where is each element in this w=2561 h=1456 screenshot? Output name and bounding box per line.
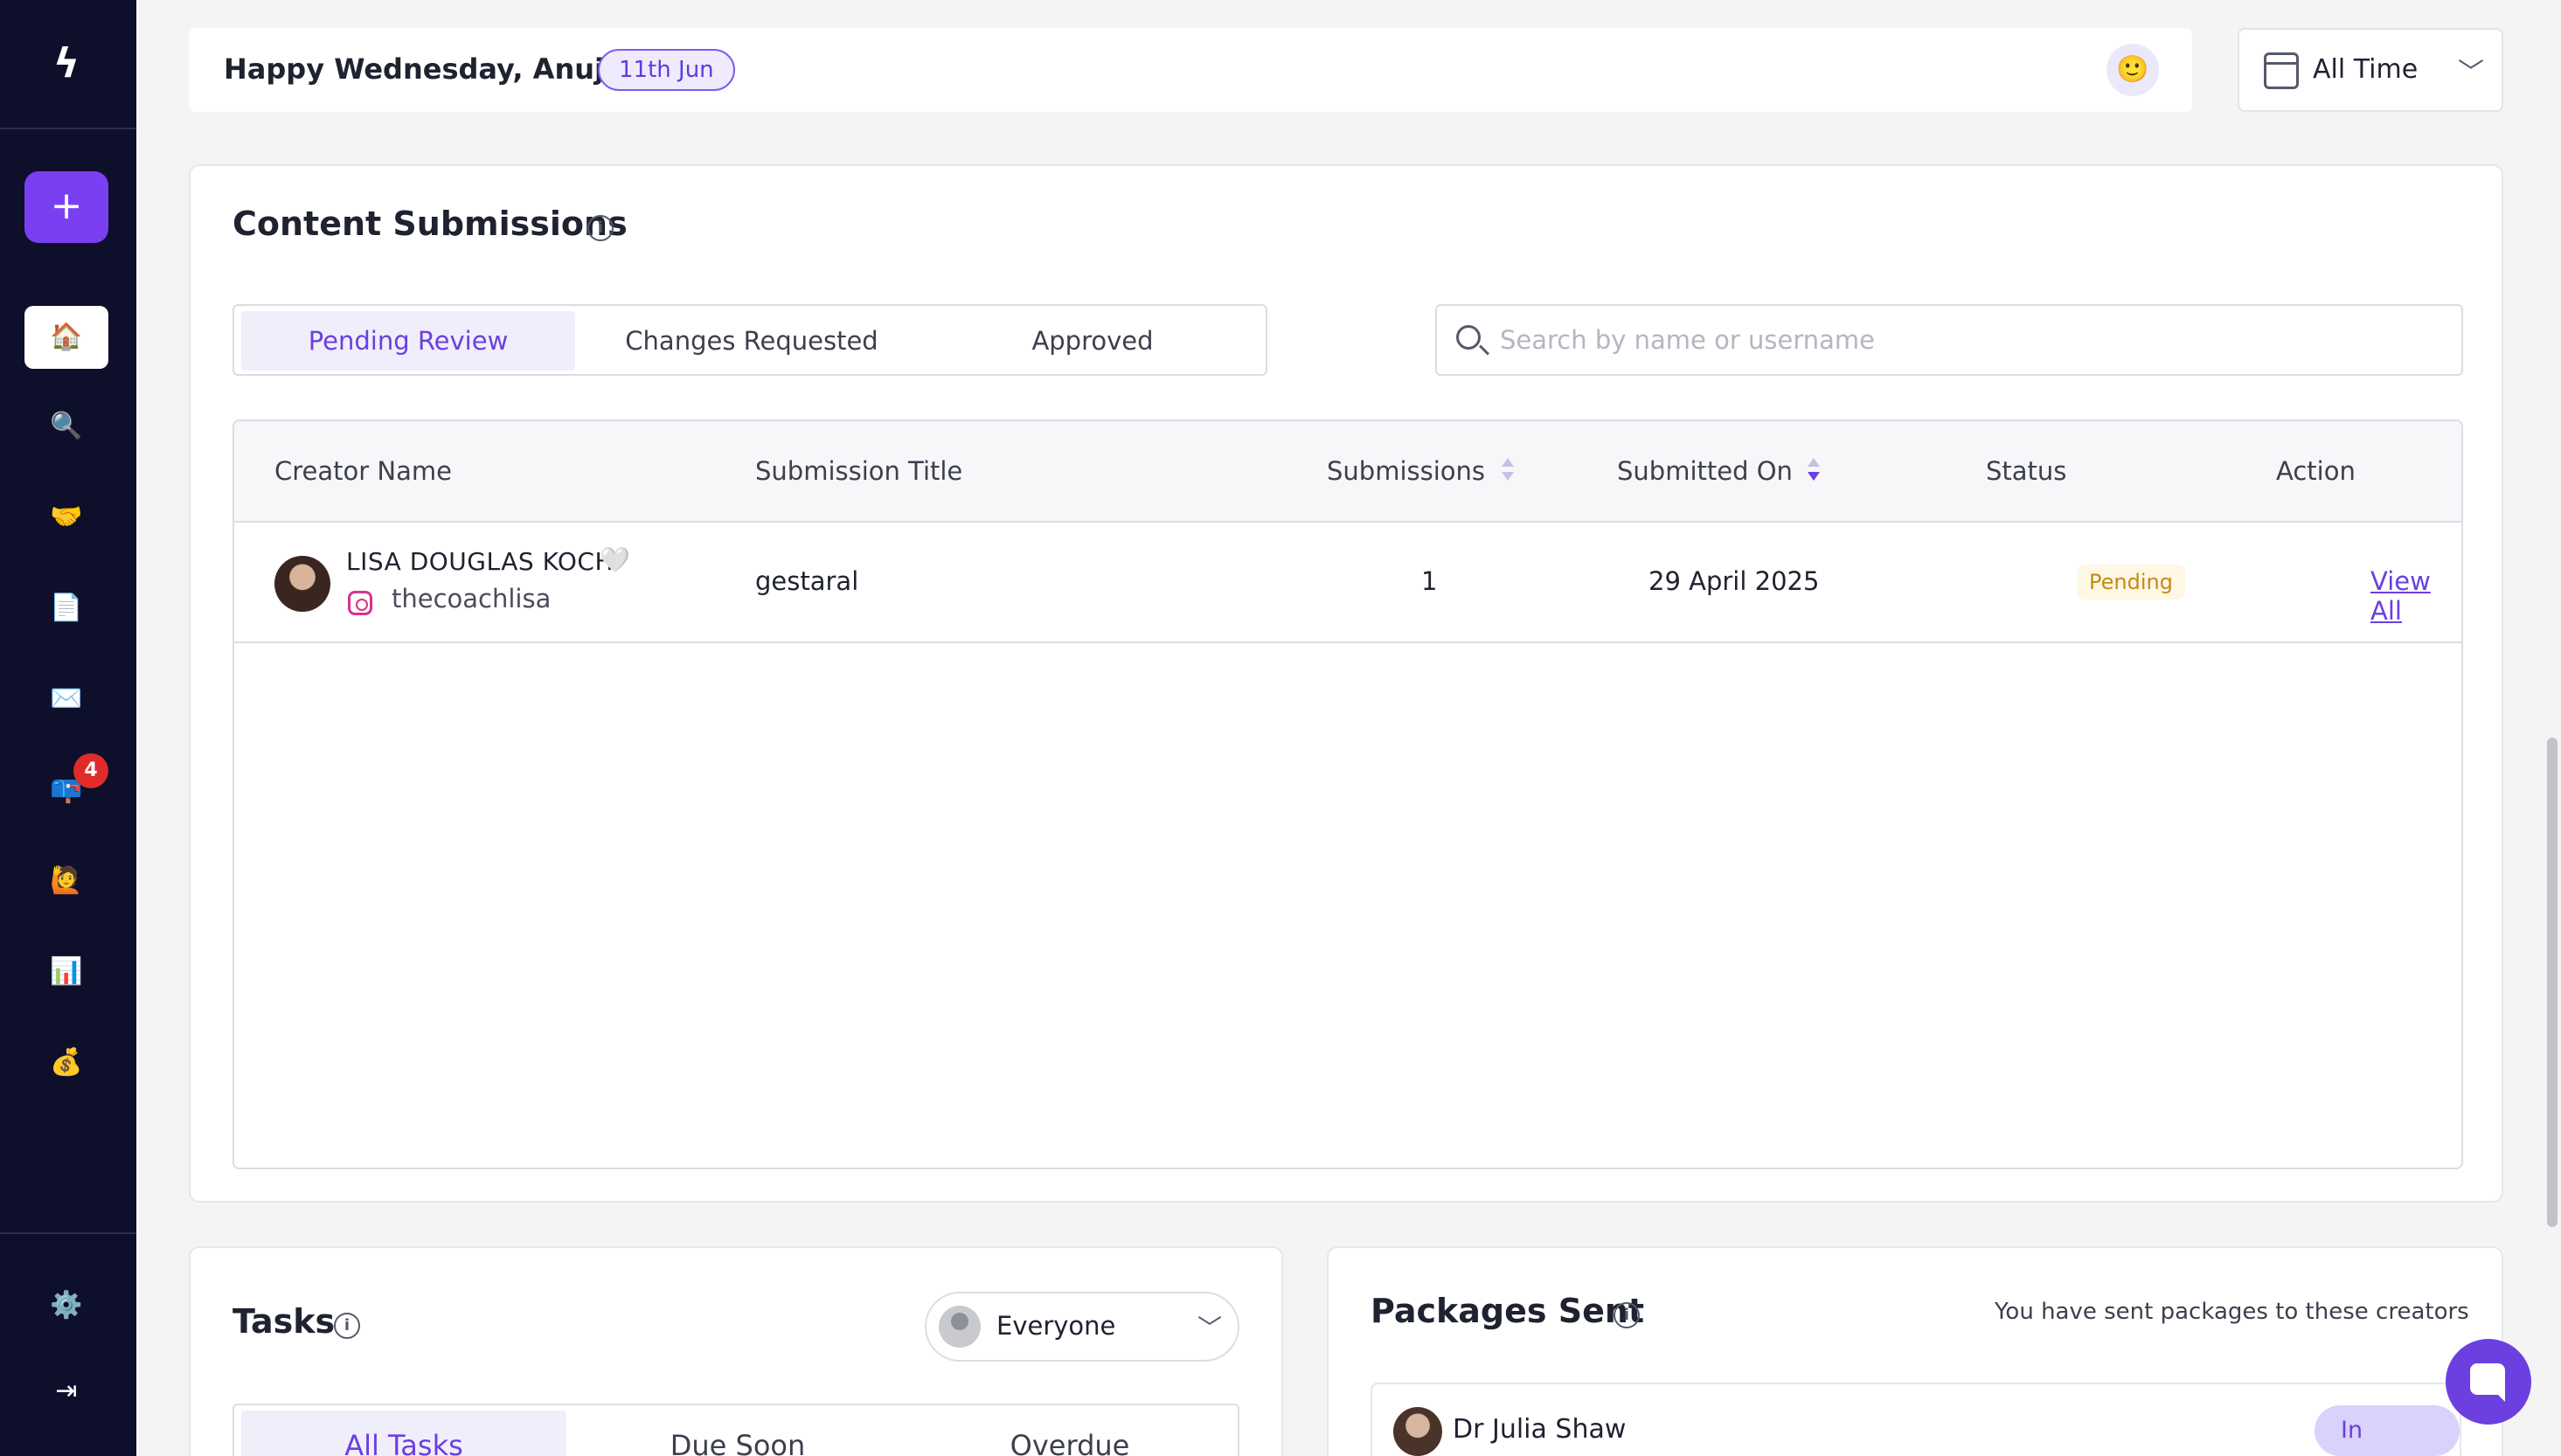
- tab-all-tasks[interactable]: All Tasks: [241, 1411, 566, 1456]
- status-badge: In Transit: [2315, 1405, 2460, 1456]
- creator-name[interactable]: LISA DOUGLAS KOCH: [346, 547, 614, 576]
- instagram-icon: [348, 591, 372, 615]
- content-submissions-card: Content Submissions i Pending Review Cha…: [189, 164, 2503, 1203]
- mail-icon[interactable]: ✉️: [24, 668, 108, 731]
- tab-pending-review[interactable]: Pending Review: [241, 311, 575, 371]
- tasks-card: Tasks i Everyone ﹀ All Tasks Due Soon Ov…: [189, 1246, 1283, 1456]
- info-icon[interactable]: i: [587, 215, 614, 241]
- column-creator-name: Creator Name: [274, 456, 452, 486]
- content-submissions-title: Content Submissions: [233, 205, 628, 243]
- scrollbar[interactable]: [2547, 738, 2558, 1227]
- search-icon[interactable]: 🔍: [24, 395, 108, 458]
- tab-due-soon[interactable]: Due Soon: [575, 1411, 900, 1456]
- submitted-date: 29 April 2025: [1648, 566, 1820, 596]
- app-logo-icon[interactable]: ϟ: [42, 38, 91, 87]
- gear-icon[interactable]: ⚙️: [24, 1274, 108, 1337]
- tab-approved[interactable]: Approved: [925, 311, 1260, 371]
- submission-title: gestaral: [755, 566, 859, 596]
- chevron-down-icon: ﹀: [2458, 58, 2484, 88]
- chevron-down-icon: ﹀: [1197, 1314, 1223, 1342]
- chat-icon[interactable]: [2446, 1339, 2531, 1425]
- date-badge: 11th Jun: [598, 49, 735, 91]
- task-tabs: All Tasks Due Soon Overdue: [233, 1404, 1239, 1456]
- search-box: [1435, 304, 2463, 376]
- tasks-title: Tasks: [233, 1302, 336, 1341]
- sort-icon[interactable]: [1808, 458, 1820, 484]
- info-icon[interactable]: i: [334, 1313, 360, 1339]
- table-row: LISA DOUGLAS KOCH 🤍 thecoachlisa gestara…: [234, 523, 2461, 643]
- sidebar-divider: [0, 128, 136, 129]
- avatar: [1393, 1407, 1442, 1456]
- creator-username: thecoachlisa: [392, 584, 552, 614]
- column-action: Action: [2276, 456, 2356, 486]
- packages-sent-card: Packages Sent i You have sent packages t…: [1327, 1246, 2503, 1456]
- sidebar-divider: [0, 1232, 136, 1234]
- chart-icon[interactable]: 📊: [24, 940, 108, 1003]
- logout-icon[interactable]: ⇥: [24, 1360, 108, 1423]
- submissions-table: Creator Name Submission Title Submission…: [233, 419, 2463, 1169]
- column-status: Status: [1986, 456, 2067, 486]
- assignee-dropdown[interactable]: Everyone ﹀: [925, 1292, 1239, 1362]
- submission-tabs: Pending Review Changes Requested Approve…: [233, 304, 1267, 376]
- packages-sent-title: Packages Sent: [1371, 1292, 1645, 1330]
- person-icon[interactable]: 🙋: [24, 849, 108, 912]
- document-icon[interactable]: 📄: [24, 577, 108, 640]
- sidebar: ϟ + 🏠 🔍 🤝 📄 ✉️ 📪 4 🙋 📊 💰 ⚙️ ⇥: [0, 0, 136, 1456]
- info-icon[interactable]: i: [1614, 1302, 1640, 1328]
- greeting-text: Happy Wednesday, Anuj!: [224, 52, 617, 86]
- add-button[interactable]: +: [24, 171, 108, 243]
- calendar-icon: [2264, 52, 2299, 89]
- column-submission-title: Submission Title: [755, 456, 963, 486]
- tab-changes-requested[interactable]: Changes Requested: [584, 311, 920, 371]
- greeting-bar: Happy Wednesday, Anuj! 11th Jun 🙂: [189, 28, 2192, 112]
- table-header: Creator Name Submission Title Submission…: [234, 421, 2461, 523]
- time-filter-label: All Time: [2313, 54, 2419, 85]
- view-all-link[interactable]: View All: [2370, 566, 2461, 626]
- home-icon[interactable]: 🏠: [24, 306, 108, 369]
- sort-icon[interactable]: [1502, 458, 1514, 484]
- search-input[interactable]: [1500, 316, 2444, 364]
- assignee-label: Everyone: [996, 1311, 1116, 1341]
- creator-name: Dr Julia Shaw: [1453, 1414, 1627, 1445]
- packages-subtitle: You have sent packages to these creators: [1995, 1299, 2469, 1325]
- heart-icon[interactable]: 🤍: [600, 545, 630, 574]
- list-item[interactable]: Dr Julia Shaw In Transit: [1371, 1383, 2461, 1456]
- user-avatar-icon: [939, 1306, 981, 1348]
- smiley-icon[interactable]: 🙂: [2106, 44, 2159, 96]
- money-bag-icon[interactable]: 💰: [24, 1031, 108, 1094]
- tab-overdue[interactable]: Overdue: [907, 1411, 1232, 1456]
- search-icon: [1456, 325, 1481, 350]
- avatar[interactable]: [274, 556, 330, 612]
- column-submitted-on[interactable]: Submitted On: [1617, 456, 1793, 486]
- status-badge: Pending: [2077, 565, 2185, 600]
- column-submissions[interactable]: Submissions: [1327, 456, 1485, 486]
- time-filter-dropdown[interactable]: All Time ﹀: [2238, 28, 2503, 112]
- submission-count: 1: [1421, 566, 1438, 596]
- handshake-icon[interactable]: 🤝: [24, 486, 108, 549]
- inbox-badge: 4: [73, 753, 108, 788]
